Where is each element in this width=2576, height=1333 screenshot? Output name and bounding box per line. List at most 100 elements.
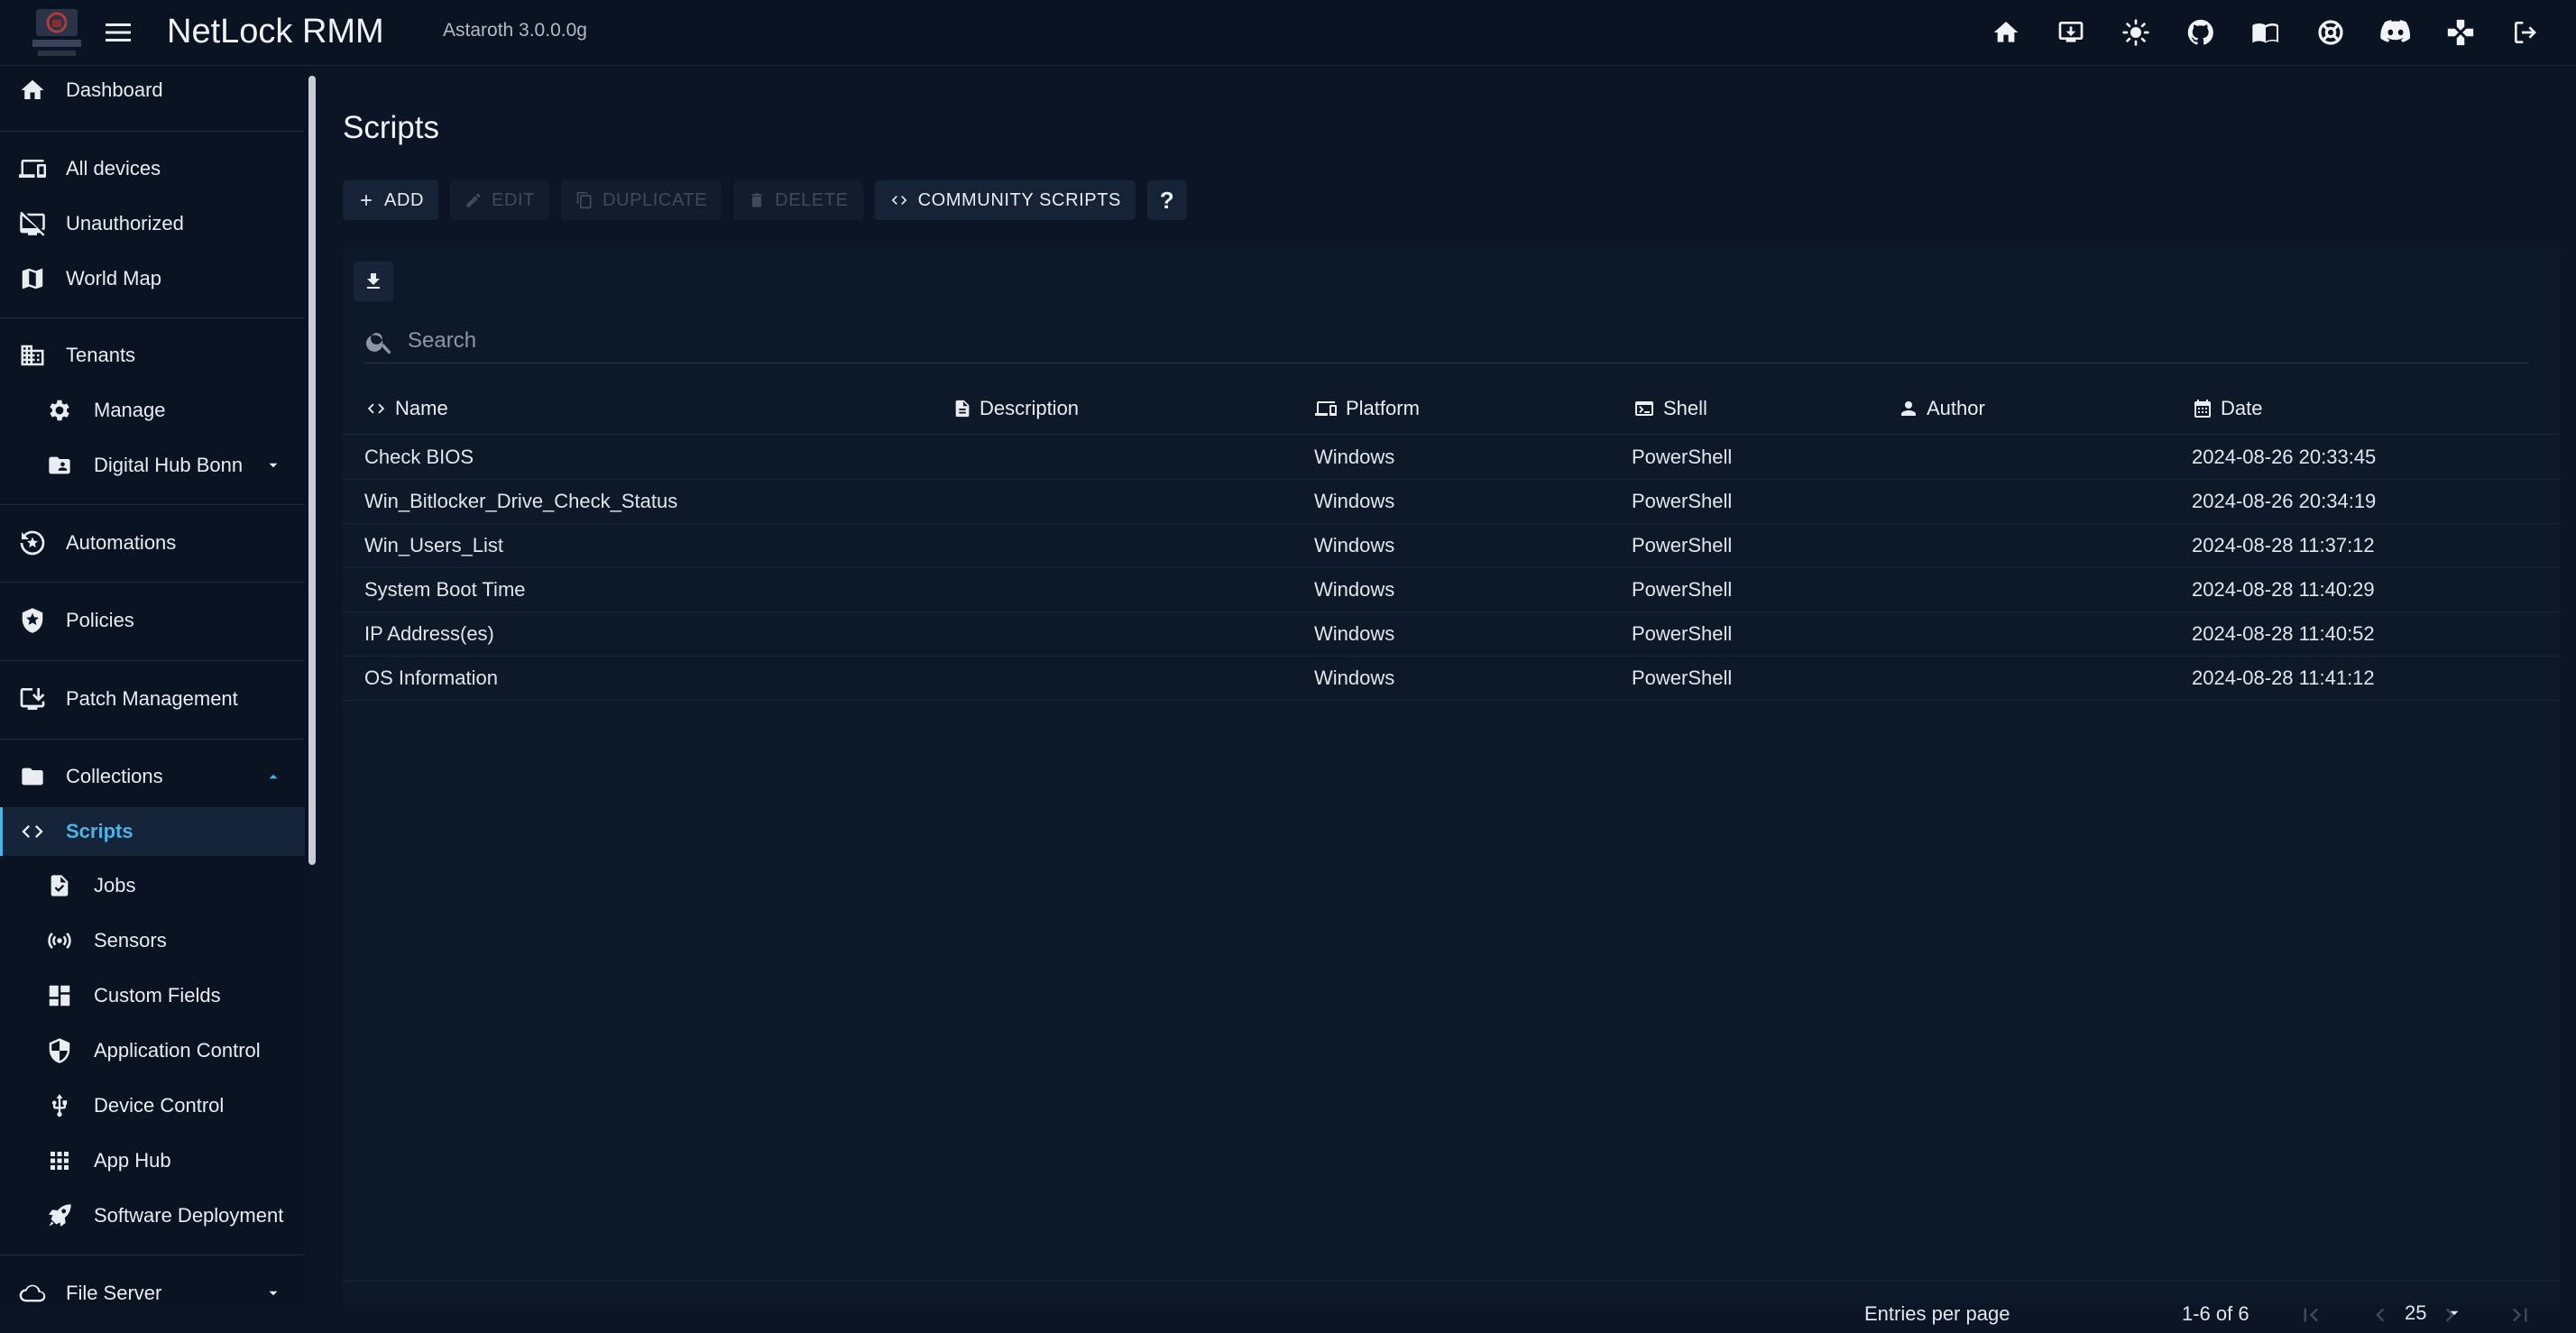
- column-header-description[interactable]: Description: [952, 382, 1079, 434]
- sidebar-item-patch-management[interactable]: Patch Management: [0, 675, 305, 723]
- search-input[interactable]: [406, 319, 2484, 363]
- add-button[interactable]: ADD: [343, 180, 439, 220]
- sidebar-item-scripts[interactable]: Scripts: [0, 807, 305, 856]
- sidebar-item-label: Scripts: [66, 820, 133, 842]
- page-title: Scripts: [343, 110, 439, 145]
- cell-platform: Windows: [1314, 534, 1395, 556]
- table-row[interactable]: Check BIOS Windows PowerShell 2024-08-26…: [343, 435, 2560, 480]
- app-version: Astaroth 3.0.0.0g: [443, 20, 587, 41]
- sidebar-item-label: Sensors: [94, 929, 167, 951]
- sidebar-item-software-deployment[interactable]: Software Deployment: [0, 1191, 305, 1240]
- column-header-label: Description: [980, 396, 1080, 419]
- sidebar-item-unauthorized[interactable]: Unauthorized: [0, 199, 305, 248]
- sidebar-item-tenant-digital-hub-bonn[interactable]: Digital Hub Bonn: [0, 441, 305, 490]
- sidebar-item-label: Jobs: [94, 874, 136, 896]
- sidebar-item-file-server[interactable]: File Server: [0, 1269, 305, 1305]
- apps-icon: [43, 1147, 76, 1174]
- code-icon: [364, 399, 388, 418]
- help-button[interactable]: ?: [1146, 180, 1187, 220]
- code-icon: [16, 818, 49, 845]
- sidebar-item-collections[interactable]: Collections: [0, 752, 305, 801]
- community-scripts-button-label: COMMUNITY SCRIPTS: [917, 189, 1121, 210]
- table-row[interactable]: Win_Users_List Windows PowerShell 2024-0…: [343, 523, 2560, 568]
- gear-icon: [43, 397, 76, 424]
- duplicate-button[interactable]: DUPLICATE: [561, 180, 722, 220]
- last-page-icon: [2507, 1301, 2534, 1328]
- sidebar-item-world-map[interactable]: World Map: [0, 254, 305, 303]
- gamepad-icon[interactable]: [2440, 14, 2480, 51]
- sidebar-item-device-control[interactable]: Device Control: [0, 1081, 305, 1130]
- download-icon: [363, 271, 384, 292]
- sidebar-item-all-devices[interactable]: All devices: [0, 144, 305, 193]
- sidebar-item-jobs[interactable]: Jobs: [0, 861, 305, 910]
- previous-page-button[interactable]: [2364, 1299, 2397, 1331]
- next-page-button[interactable]: [2433, 1299, 2466, 1331]
- sidebar-item-application-control[interactable]: Application Control: [0, 1026, 305, 1075]
- sidebar-item-custom-fields[interactable]: Custom Fields: [0, 971, 305, 1020]
- edit-button[interactable]: EDIT: [450, 180, 549, 220]
- delete-button[interactable]: DELETE: [733, 180, 863, 220]
- sidebar-item-label: Unauthorized: [66, 212, 184, 234]
- duplicate-button-label: DUPLICATE: [603, 189, 708, 210]
- desktop-off-icon: [16, 210, 49, 237]
- home-icon[interactable]: [1985, 14, 2026, 51]
- cell-date: 2024-08-28 11:40:29: [2192, 578, 2375, 601]
- person-icon: [1898, 398, 1919, 419]
- cell-shell: PowerShell: [1632, 622, 1733, 645]
- column-header-label: Platform: [1346, 396, 1420, 419]
- cell-platform: Windows: [1314, 622, 1395, 645]
- column-header-author[interactable]: Author: [1898, 382, 1985, 434]
- sidebar-item-label: Digital Hub Bonn: [94, 454, 244, 476]
- sidebar-scrollbar[interactable]: [308, 76, 316, 865]
- sidebar-item-label: World Map: [66, 267, 161, 290]
- cell-name: Win_Bitlocker_Drive_Check_Status: [364, 490, 678, 512]
- first-page-icon: [2297, 1301, 2324, 1328]
- main-content: Scripts ADD EDIT DUPLICATE DELETE COMMUN…: [343, 65, 2562, 1325]
- sidebar-divider: [0, 582, 305, 583]
- table-row[interactable]: System Boot Time Windows PowerShell 2024…: [343, 567, 2560, 612]
- column-header-label: Shell: [1663, 396, 1707, 419]
- folder-user-icon: [43, 452, 76, 479]
- chevron-right-icon: [2436, 1301, 2463, 1328]
- add-button-label: ADD: [384, 189, 425, 210]
- cell-platform: Windows: [1314, 666, 1395, 689]
- shield-star-icon: [16, 607, 49, 634]
- column-header-platform[interactable]: Platform: [1313, 382, 1420, 434]
- sidebar-item-label: Tenants: [66, 344, 136, 366]
- column-header-shell[interactable]: Shell: [1633, 382, 1707, 434]
- docs-icon[interactable]: [2245, 14, 2286, 51]
- terminal-icon: [1633, 398, 1656, 419]
- github-icon[interactable]: [2180, 14, 2221, 51]
- column-header-name[interactable]: Name: [364, 382, 448, 434]
- discord-icon[interactable]: [2375, 14, 2415, 51]
- export-button[interactable]: [354, 262, 393, 301]
- folder-icon: [16, 763, 49, 790]
- last-page-button[interactable]: [2504, 1299, 2536, 1331]
- sidebar-item-label: Custom Fields: [94, 984, 221, 1007]
- sidebar-item-dashboard[interactable]: Dashboard: [0, 66, 305, 115]
- table-footer-divider: [343, 1281, 2560, 1282]
- table-row[interactable]: IP Address(es) Windows PowerShell 2024-0…: [343, 611, 2560, 657]
- sidebar-item-app-hub[interactable]: App Hub: [0, 1136, 305, 1185]
- map-icon: [16, 265, 49, 292]
- sidebar-item-automations[interactable]: Automations: [0, 519, 305, 567]
- sidebar-item-manage[interactable]: Manage: [0, 386, 305, 435]
- download-agent-icon[interactable]: [2050, 14, 2091, 51]
- menu-toggle-button[interactable]: [101, 18, 135, 47]
- column-header-date[interactable]: Date: [2192, 382, 2262, 434]
- first-page-button[interactable]: [2295, 1299, 2327, 1331]
- theme-toggle-icon[interactable]: [2115, 14, 2156, 51]
- sidebar-item-tenants[interactable]: Tenants: [0, 331, 305, 380]
- sidebar-item-label: Automations: [66, 531, 177, 554]
- cell-shell: PowerShell: [1632, 578, 1733, 601]
- sidebar-item-sensors[interactable]: Sensors: [0, 916, 305, 965]
- support-icon[interactable]: [2310, 14, 2351, 51]
- pagination-range: 1-6 of 6: [2182, 1302, 2249, 1325]
- table-row[interactable]: OS Information Windows PowerShell 2024-0…: [343, 656, 2560, 701]
- sidebar-item-policies[interactable]: Policies: [0, 596, 305, 645]
- document-icon: [952, 398, 972, 419]
- pencil-icon: [465, 191, 483, 209]
- table-row[interactable]: Win_Bitlocker_Drive_Check_Status Windows…: [343, 479, 2560, 524]
- community-scripts-button[interactable]: COMMUNITY SCRIPTS: [874, 180, 1136, 220]
- logout-icon[interactable]: [2505, 14, 2545, 51]
